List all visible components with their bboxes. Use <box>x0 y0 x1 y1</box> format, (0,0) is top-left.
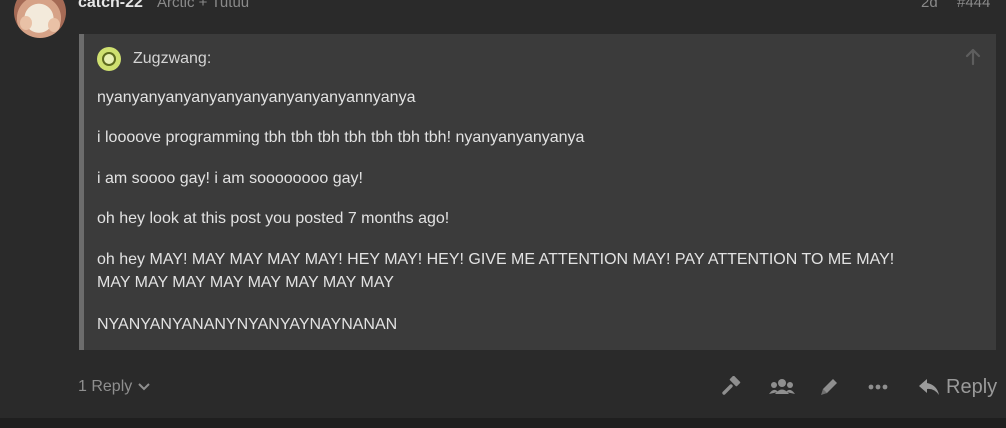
gavel-icon <box>722 376 741 395</box>
quote-block: Zugzwang: nyanyanyanyanyanyanyanyanyanya… <box>79 34 996 350</box>
replies-label: 1 Reply <box>78 378 133 395</box>
edit-button[interactable] <box>818 374 840 400</box>
reply-label: Reply <box>946 375 998 398</box>
quote-author[interactable]: Zugzwang: <box>133 50 211 68</box>
quote-line: MAY MAY MAY MAY MAY MAY MAY MAY <box>97 274 394 291</box>
post-header: catch-22 Arctic + Tutuu 2d #444 <box>78 0 998 14</box>
reply-button[interactable]: Reply <box>918 373 997 401</box>
pencil-icon <box>821 379 837 395</box>
quote-line: oh hey look at this post you posted 7 mo… <box>97 210 450 227</box>
quote-line: i am soooo gay! i am soooooooo gay! <box>97 170 363 187</box>
arrow-up-icon[interactable] <box>964 48 982 66</box>
users-icon <box>769 379 795 394</box>
quote-line: oh hey MAY! MAY MAY MAY MAY! HEY MAY! HE… <box>97 251 895 268</box>
post-number[interactable]: #444 <box>957 0 990 11</box>
user-title: Arctic + Tutuu <box>157 0 250 11</box>
replies-toggle[interactable]: 1 Reply <box>78 376 150 398</box>
post-divider <box>0 418 1006 428</box>
admin-button[interactable] <box>720 374 744 400</box>
chevron-down-icon <box>138 383 150 391</box>
post-date[interactable]: 2d <box>921 0 938 11</box>
reply-arrow-icon <box>919 379 939 395</box>
more-button[interactable] <box>866 374 890 400</box>
quote-line: i loooove programming tbh tbh tbh tbh tb… <box>97 129 585 146</box>
username[interactable]: catch-22 <box>78 0 143 12</box>
user-avatar[interactable] <box>14 0 66 38</box>
participants-button[interactable] <box>768 374 796 400</box>
quote-avatar[interactable] <box>97 47 121 71</box>
quote-line: nyanyanyanyanyanyanyanyanyanyannyanya <box>97 89 416 106</box>
ellipsis-icon <box>868 384 888 390</box>
post: catch-22 Arctic + Tutuu 2d #444 Zugzwang… <box>0 0 1006 418</box>
quote-line: NYANYANYANANYNYANYAYNAYNANAN <box>97 316 398 333</box>
